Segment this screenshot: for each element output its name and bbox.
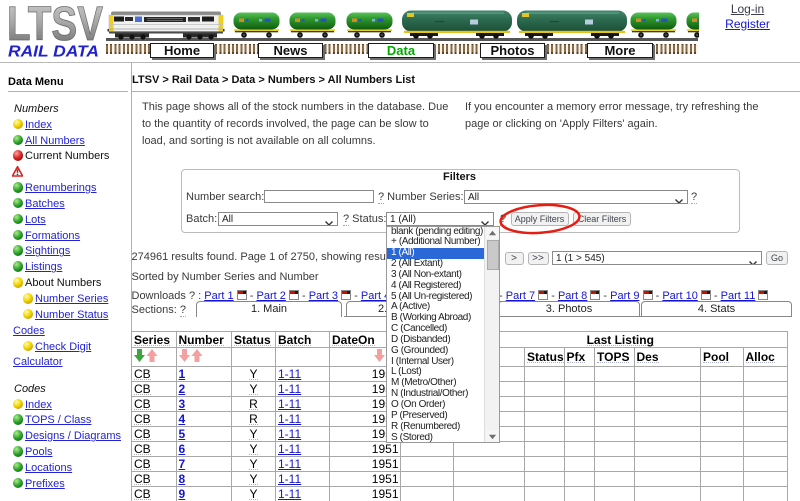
svg-text:RAIL DATA: RAIL DATA [8, 44, 99, 61]
